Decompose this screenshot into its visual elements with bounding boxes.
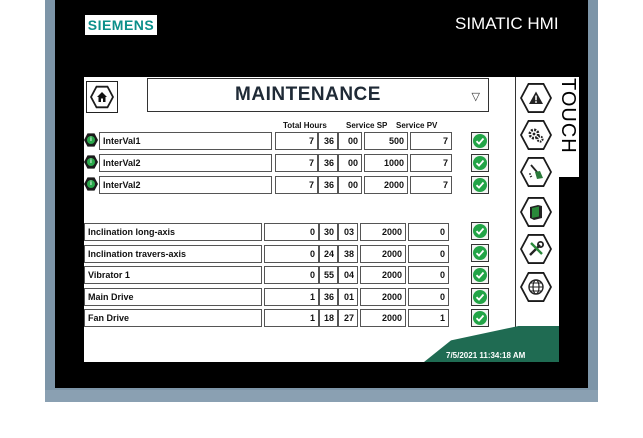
home-button[interactable] [86, 81, 118, 113]
hours-field: 7 [275, 176, 318, 194]
interval-label: InterVal1 [99, 132, 272, 150]
settings-button[interactable] [519, 118, 553, 152]
seconds-field: 04 [338, 266, 358, 284]
screen-selector[interactable]: MAINTENANCE ▽ [147, 78, 489, 112]
service-pv-field: 7 [410, 154, 452, 172]
seconds-field: 00 [338, 176, 362, 194]
service-sp-input[interactable]: 2000 [364, 176, 408, 194]
service-sp-input[interactable]: 2000 [360, 245, 406, 263]
hours-field: 0 [264, 245, 319, 263]
reset-ok-button[interactable] [471, 176, 489, 194]
reset-ok-button[interactable] [471, 154, 489, 172]
service-sp-input[interactable]: 500 [364, 132, 408, 150]
minutes-field: 30 [319, 223, 338, 241]
hours-field: 0 [264, 223, 319, 241]
network-globe-icon [522, 273, 550, 301]
seconds-field: 27 [338, 309, 358, 327]
touch-label: TOUCH [557, 78, 579, 154]
interval-label: InterVal2 [99, 154, 272, 172]
service-sp-input[interactable]: 2000 [360, 266, 406, 284]
hours-field: 7 [275, 132, 318, 150]
alarm-button[interactable] [519, 81, 553, 115]
dropdown-caret-icon: ▽ [471, 91, 480, 103]
service-pv-field: 1 [408, 309, 449, 327]
equipment-label: Vibrator 1 [84, 266, 262, 284]
minutes-field: 36 [318, 132, 338, 150]
hours-field: 0 [264, 266, 319, 284]
tools-button[interactable] [519, 232, 553, 266]
reset-ok-button[interactable] [471, 288, 489, 306]
seconds-field: 00 [338, 154, 362, 172]
service-pv-field: 0 [408, 266, 449, 284]
column-header-service-pv: Service PV [396, 121, 438, 130]
home-icon [92, 87, 112, 107]
interval-label: InterVal2 [99, 176, 272, 194]
service-sp-input[interactable]: 2000 [360, 288, 406, 306]
minutes-field: 24 [319, 245, 338, 263]
minutes-field: 18 [319, 309, 338, 327]
page-title: MAINTENANCE [235, 84, 381, 105]
manual-book-icon [522, 198, 550, 226]
service-pv-field: 0 [408, 288, 449, 306]
equipment-label: Inclination travers-axis [84, 245, 262, 263]
settings-gears-icon [522, 121, 550, 149]
equipment-label: Fan Drive [84, 309, 262, 327]
minutes-field: 36 [318, 154, 338, 172]
manual-button[interactable] [519, 195, 553, 229]
minutes-field: 55 [319, 266, 338, 284]
siemens-logo: SIEMENS [85, 15, 157, 35]
cleaning-button[interactable] [519, 155, 553, 189]
service-sp-input[interactable]: 1000 [364, 154, 408, 172]
service-pv-field: 7 [410, 132, 452, 150]
home-icon-frame [90, 85, 114, 109]
cleaning-icon [522, 158, 550, 186]
equipment-label: Main Drive [84, 288, 262, 306]
simatic-hmi-label: SIMATIC HMI [455, 14, 559, 33]
reset-ok-button[interactable] [471, 309, 489, 327]
reset-ok-button[interactable] [471, 266, 489, 284]
minutes-field: 36 [318, 176, 338, 194]
alarm-icon [522, 84, 550, 112]
device-frame-bottom [45, 390, 598, 402]
service-sp-input[interactable]: 2000 [360, 223, 406, 241]
seconds-field: 03 [338, 223, 358, 241]
reset-ok-button[interactable] [471, 132, 489, 150]
hours-field: 1 [264, 309, 319, 327]
hours-field: 7 [275, 154, 318, 172]
tools-icon [522, 235, 550, 263]
reset-ok-button[interactable] [471, 244, 489, 262]
datetime-display: 7/5/2021 11:34:18 AM [446, 351, 526, 360]
service-pv-field: 0 [408, 223, 449, 241]
seconds-field: 38 [338, 245, 358, 263]
service-pv-field: 0 [408, 245, 449, 263]
service-sp-input[interactable]: 2000 [360, 309, 406, 327]
service-pv-field: 7 [410, 176, 452, 194]
equipment-label: Inclination long-axis [84, 223, 262, 241]
minutes-field: 36 [319, 288, 338, 306]
column-header-total-hours: Total Hours [283, 121, 327, 130]
network-button[interactable] [519, 270, 553, 304]
reset-ok-button[interactable] [471, 222, 489, 240]
seconds-field: 00 [338, 132, 362, 150]
seconds-field: 01 [338, 288, 358, 306]
hours-field: 1 [264, 288, 319, 306]
column-header-service-sp: Service SP [346, 121, 388, 130]
